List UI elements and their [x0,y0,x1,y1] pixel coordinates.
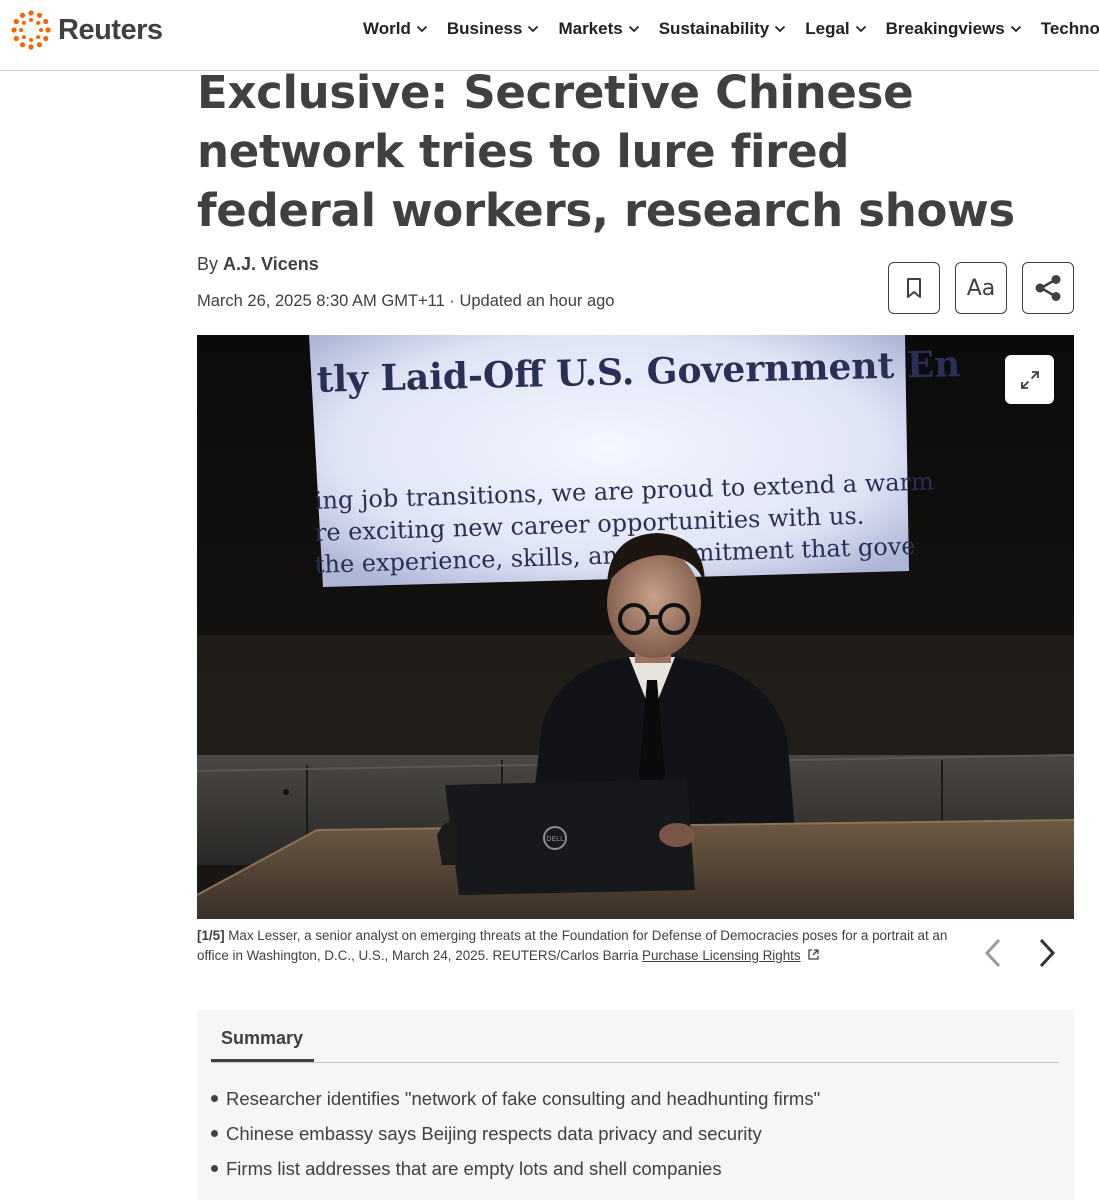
bullet-icon [211,1165,218,1172]
brand-name: Reuters [58,13,163,46]
reuters-logo-icon [11,10,51,50]
licensing-link[interactable]: Purchase Licensing Rights [642,948,801,963]
external-link-icon[interactable] [807,948,820,961]
summary-item: Firms list addresses that are empty lots… [211,1151,820,1186]
photo-caption: [1/5] Max Lesser, a senior analyst on em… [197,926,952,966]
laptop-logo: DELL [546,835,564,843]
font-size-button[interactable]: Aa [955,262,1007,314]
summary-divider [211,1062,1059,1063]
byline: By A.J. Vicens [197,254,319,275]
nav-item-world[interactable]: World [363,19,428,39]
nav-label: Technology [1040,19,1099,38]
summary-item: Researcher identifies "network of fake c… [211,1081,820,1116]
nav-label: Legal [805,19,850,38]
bookmark-button[interactable] [888,262,940,314]
nav-label: Business [446,19,523,38]
chevron-right-icon [1039,938,1056,968]
article-headline: Exclusive: Secretive Chinese network tri… [197,66,1015,237]
nav-label: Markets [558,19,623,38]
bullet-icon [211,1095,218,1102]
article-tools: Aa [888,262,1074,314]
summary-box: Summary Researcher identifies "network o… [197,1010,1074,1200]
summary-list: Researcher identifies "network of fake c… [211,1081,820,1186]
nav-item-markets[interactable]: Markets [558,19,639,39]
summary-item-text: Chinese embassy says Beijing respects da… [226,1123,762,1144]
bookmark-icon [907,278,921,298]
gallery-controls [978,935,1062,971]
share-icon [1035,275,1061,301]
chevron-down-icon [416,25,427,33]
nav-item-legal[interactable]: Legal [805,19,866,39]
share-button[interactable] [1022,262,1074,314]
expand-icon [1020,370,1039,389]
photo-illustration: tly Laid-Off U.S. Government En ing job … [197,335,1074,919]
main-nav: World Business Markets Sustainability Le… [363,19,1099,39]
reuters-logo[interactable]: Reuters [10,9,163,51]
chevron-down-icon [1010,25,1021,33]
chevron-down-icon [855,25,866,33]
site-header: Reuters World Business Markets Sustainab… [0,0,1099,71]
chevron-down-icon [528,25,539,33]
summary-item-text: Researcher identifies "network of fake c… [226,1088,821,1109]
previous-photo-button[interactable] [978,935,1008,971]
chevron-left-icon [984,938,1001,968]
summary-tab[interactable]: Summary [211,1028,314,1062]
nav-item-technology[interactable]: Technology [1041,19,1099,39]
expand-photo-button[interactable] [1005,355,1054,404]
article-dateline: March 26, 2025 8:30 AM GMT+11 · Updated … [197,292,615,310]
article-photo[interactable]: tly Laid-Off U.S. Government En ing job … [197,335,1074,919]
next-photo-button[interactable] [1032,935,1062,971]
nav-label: Sustainability [658,19,770,38]
chevron-down-icon [628,25,639,33]
bullet-icon [211,1130,218,1137]
summary-item: Chinese embassy says Beijing respects da… [211,1116,820,1151]
caption-text: Max Lesser, a senior analyst on emerging… [197,928,948,963]
author-link[interactable]: A.J. Vicens [223,254,319,274]
summary-item-text: Firms list addresses that are empty lots… [226,1158,722,1179]
font-size-label: Aa [966,275,996,301]
nav-item-breakingviews[interactable]: Breakingviews [886,19,1022,39]
chevron-down-icon [775,25,786,33]
byline-prefix: By [197,254,224,274]
nav-label: World [363,19,411,38]
nav-item-sustainability[interactable]: Sustainability [659,19,787,39]
photo-counter: [1/5] [197,928,225,943]
nav-label: Breakingviews [885,19,1005,38]
nav-item-business[interactable]: Business [447,19,540,39]
